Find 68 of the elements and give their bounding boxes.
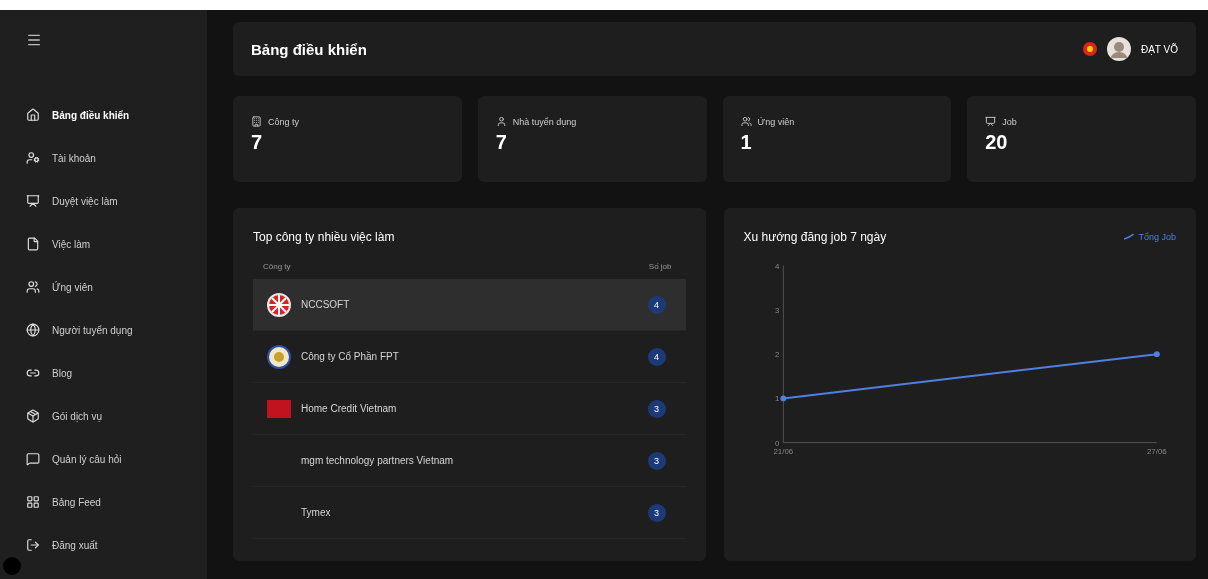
job-count: 4 — [647, 295, 666, 314]
stat-label: Công ty — [268, 116, 300, 127]
tick-label: 1 — [774, 394, 779, 404]
company-name: Home Credit Vietnam — [301, 403, 398, 414]
logo-icon — [267, 399, 291, 418]
stat-label: Nhà tuyển dụng — [512, 116, 577, 127]
column-header: Số job — [648, 262, 672, 271]
tick-label: 21/06 — [773, 447, 793, 457]
job-count: 4 — [647, 347, 666, 366]
sidebar-item[interactable]: Blog — [26, 364, 72, 382]
column-header: Công ty — [263, 262, 291, 271]
panel-title: Xu hướng đăng job 7 ngày — [743, 230, 887, 244]
tick-label: 4 — [774, 261, 779, 271]
link-icon — [26, 366, 40, 380]
sidebar-item[interactable]: Việc làm — [26, 235, 91, 253]
users-icon — [26, 280, 40, 294]
tick-label: 2 — [774, 350, 779, 360]
stat-value: 7 — [495, 131, 507, 154]
legend-icon — [1124, 234, 1135, 240]
company-row[interactable]: NCCSOFT 4 — [253, 279, 686, 331]
user-icon — [495, 116, 507, 127]
data-point — [779, 395, 786, 402]
user-name[interactable]: ĐẠT VÕ — [1140, 43, 1178, 55]
user-gear-icon — [26, 151, 40, 165]
company-name: Công ty Cổ Phần FPT — [301, 351, 400, 362]
sidebar-item[interactable]: Bảng Feed — [26, 493, 101, 511]
globe-icon — [26, 323, 40, 337]
home-icon — [26, 108, 40, 122]
grid-icon — [26, 495, 40, 509]
job-count: 3 — [647, 451, 666, 470]
logo-icon — [267, 344, 291, 369]
package-icon — [26, 409, 40, 423]
tick-label: 0 — [774, 438, 779, 448]
tick-label: 27/06 — [1146, 447, 1167, 457]
tick-label: 3 — [774, 305, 779, 315]
stat-label: Ứng viên — [757, 116, 795, 127]
sidebar-item[interactable]: Quản lý câu hỏi — [26, 450, 122, 468]
stat-value: 1 — [740, 131, 752, 154]
sidebar-item[interactable]: Người tuyển dụng — [26, 321, 133, 339]
sidebar-item[interactable]: Đăng xuất — [26, 536, 98, 554]
avatar[interactable] — [1106, 37, 1131, 61]
stat-value: 20 — [985, 131, 1008, 154]
company-name: NCCSOFT — [301, 299, 351, 310]
logout-icon — [26, 538, 40, 552]
company-name: mgm technology partners Vietnam — [301, 455, 455, 466]
file-icon — [26, 237, 40, 251]
board-icon — [985, 116, 997, 127]
sidebar-item[interactable]: Bảng điều khiển — [26, 106, 130, 124]
sidebar-item[interactable]: Gói dịch vụ — [26, 407, 103, 425]
logo-icon — [267, 292, 291, 317]
job-count: 3 — [647, 503, 666, 522]
job-count: 3 — [647, 399, 666, 418]
sidebar-item[interactable]: Tài khoản — [26, 149, 96, 167]
users-icon — [740, 116, 752, 127]
sidebar-item[interactable]: Ứng viên — [26, 278, 93, 296]
building-icon — [251, 116, 262, 127]
page-title: Bảng điều khiển — [251, 40, 367, 58]
panel-title: Top công ty nhiều việc làm — [253, 230, 396, 244]
menu-icon[interactable] — [26, 32, 42, 48]
company-name: Tymex — [301, 507, 332, 518]
flag-icon[interactable] — [1082, 42, 1097, 56]
data-point — [1153, 351, 1160, 358]
stat-value: 7 — [251, 131, 263, 154]
message-icon — [26, 452, 40, 466]
board-icon — [26, 194, 40, 208]
legend-label: Tổng Job — [1138, 232, 1176, 242]
sidebar-item[interactable]: Duyệt việc làm — [26, 192, 118, 210]
stat-label: Job — [1002, 116, 1017, 127]
